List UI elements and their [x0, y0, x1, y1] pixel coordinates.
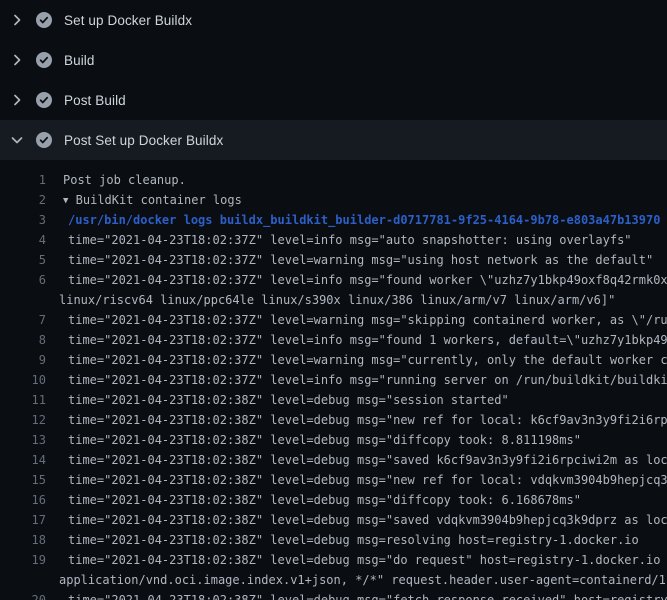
log-line: 9 time="2021-04-23T18:02:37Z" level=warn…: [0, 350, 667, 370]
log-line: application/vnd.oci.image.index.v1+json,…: [0, 570, 667, 590]
log-line: 16 time="2021-04-23T18:02:38Z" level=deb…: [0, 490, 667, 510]
log-line-text: time="2021-04-23T18:02:38Z" level=debug …: [68, 550, 667, 570]
log-line: 20 time="2021-04-23T18:02:38Z" level=deb…: [0, 590, 667, 600]
log-line-number[interactable]: 17: [0, 510, 46, 530]
log-rows: 1 Post job cleanup. 2 ▼ BuildKit contain…: [0, 170, 667, 600]
check-success-icon: [36, 52, 52, 68]
step-label: Build: [64, 53, 95, 68]
log-line-text: time="2021-04-23T18:02:38Z" level=debug …: [68, 590, 667, 600]
log-line: 13 time="2021-04-23T18:02:38Z" level=deb…: [0, 430, 667, 450]
chevron-right-icon: [9, 12, 25, 28]
log-line-number[interactable]: 15: [0, 470, 46, 490]
log-line-text: time="2021-04-23T18:02:37Z" level=info m…: [68, 370, 667, 390]
log-line-number[interactable]: 12: [0, 410, 46, 430]
log-line: 19 time="2021-04-23T18:02:38Z" level=deb…: [0, 550, 667, 570]
log-line-text: time="2021-04-23T18:02:37Z" level=info m…: [68, 270, 667, 290]
log-line: 3 /usr/bin/docker logs buildx_buildkit_b…: [0, 210, 667, 230]
log-line-number[interactable]: 5: [0, 250, 46, 270]
log-line-number[interactable]: 10: [0, 370, 46, 390]
log-line-number[interactable]: 14: [0, 450, 46, 470]
check-success-icon: [36, 92, 52, 108]
log-line-number[interactable]: 7: [0, 310, 46, 330]
log-line: 18 time="2021-04-23T18:02:38Z" level=deb…: [0, 530, 667, 550]
log-line-number[interactable]: 11: [0, 390, 46, 410]
log-line-number[interactable]: 16: [0, 490, 46, 510]
log-line-text: time="2021-04-23T18:02:38Z" level=debug …: [68, 430, 581, 450]
log-line-number[interactable]: [0, 290, 46, 310]
log-line: 5 time="2021-04-23T18:02:37Z" level=warn…: [0, 250, 667, 270]
log-line: 2 ▼ BuildKit container logs: [0, 190, 667, 210]
log-line-number[interactable]: 8: [0, 330, 46, 350]
log-line-text: Post job cleanup.: [63, 170, 186, 190]
log-line-number[interactable]: 6: [0, 270, 46, 290]
log-line-number[interactable]: 19: [0, 550, 46, 570]
steps-list: Set up Docker Buildx Build Post Build: [0, 0, 667, 160]
step-set-up-docker-buildx[interactable]: Set up Docker Buildx: [0, 0, 667, 40]
step-post-build[interactable]: Post Build: [0, 80, 667, 120]
log-line: 11 time="2021-04-23T18:02:38Z" level=deb…: [0, 390, 667, 410]
log-line-text: linux/riscv64 linux/ppc64le linux/s390x …: [59, 290, 615, 310]
log-line: 4 time="2021-04-23T18:02:37Z" level=info…: [0, 230, 667, 250]
log-line: 12 time="2021-04-23T18:02:38Z" level=deb…: [0, 410, 667, 430]
log-line-number[interactable]: 4: [0, 230, 46, 250]
log-line-text: time="2021-04-23T18:02:38Z" level=debug …: [68, 490, 581, 510]
step-label: Post Set up Docker Buildx: [64, 133, 223, 148]
log-line-text: time="2021-04-23T18:02:37Z" level=warnin…: [68, 310, 667, 330]
actions-log-viewer: Set up Docker Buildx Build Post Build: [0, 0, 667, 600]
log-line-text: time="2021-04-23T18:02:38Z" level=debug …: [68, 510, 667, 530]
log-line-number[interactable]: [0, 570, 46, 590]
check-success-icon: [36, 12, 52, 28]
log-line-number[interactable]: 9: [0, 350, 46, 370]
step-build[interactable]: Build: [0, 40, 667, 80]
log-line-number[interactable]: 20: [0, 590, 46, 600]
log-line: 1 Post job cleanup.: [0, 170, 667, 190]
log-line: 14 time="2021-04-23T18:02:38Z" level=deb…: [0, 450, 667, 470]
log-line-number[interactable]: 13: [0, 430, 46, 450]
log-line-text: time="2021-04-23T18:02:37Z" level=info m…: [68, 230, 632, 250]
step-label: Post Build: [64, 93, 126, 108]
step-label: Set up Docker Buildx: [64, 13, 192, 28]
log-line-number[interactable]: 18: [0, 530, 46, 550]
group-toggle-icon[interactable]: ▼: [63, 191, 68, 210]
check-success-icon: [36, 132, 52, 148]
log-line-text: time="2021-04-23T18:02:38Z" level=debug …: [68, 410, 667, 430]
log-line-text: application/vnd.oci.image.index.v1+json,…: [59, 570, 667, 590]
log-line: 15 time="2021-04-23T18:02:38Z" level=deb…: [0, 470, 667, 490]
log-line-number[interactable]: 2: [0, 190, 46, 210]
log-line-text: time="2021-04-23T18:02:37Z" level=warnin…: [68, 250, 653, 270]
log-line-text[interactable]: ▼ BuildKit container logs: [63, 190, 242, 210]
log-area: 1 Post job cleanup. 2 ▼ BuildKit contain…: [0, 160, 667, 600]
log-line-text: time="2021-04-23T18:02:38Z" level=debug …: [68, 450, 667, 470]
log-line-number[interactable]: 3: [0, 210, 46, 230]
step-post-set-up-docker-buildx[interactable]: Post Set up Docker Buildx: [0, 120, 667, 160]
log-line: linux/riscv64 linux/ppc64le linux/s390x …: [0, 290, 667, 310]
log-line-text: time="2021-04-23T18:02:38Z" level=debug …: [68, 390, 509, 410]
log-line: 10 time="2021-04-23T18:02:37Z" level=inf…: [0, 370, 667, 390]
log-line: 6 time="2021-04-23T18:02:37Z" level=info…: [0, 270, 667, 290]
log-line-text: time="2021-04-23T18:02:37Z" level=warnin…: [68, 350, 667, 370]
log-line-number[interactable]: 1: [0, 170, 46, 190]
chevron-down-icon: [9, 132, 25, 148]
log-line: 17 time="2021-04-23T18:02:38Z" level=deb…: [0, 510, 667, 530]
log-line-text: time="2021-04-23T18:02:37Z" level=info m…: [68, 330, 667, 350]
log-line-text: time="2021-04-23T18:02:38Z" level=debug …: [68, 470, 667, 490]
log-line-text: time="2021-04-23T18:02:38Z" level=debug …: [68, 530, 639, 550]
log-line: 7 time="2021-04-23T18:02:37Z" level=warn…: [0, 310, 667, 330]
chevron-right-icon: [9, 52, 25, 68]
chevron-right-icon: [9, 92, 25, 108]
log-line-text: /usr/bin/docker logs buildx_buildkit_bui…: [68, 210, 660, 230]
log-line: 8 time="2021-04-23T18:02:37Z" level=info…: [0, 330, 667, 350]
